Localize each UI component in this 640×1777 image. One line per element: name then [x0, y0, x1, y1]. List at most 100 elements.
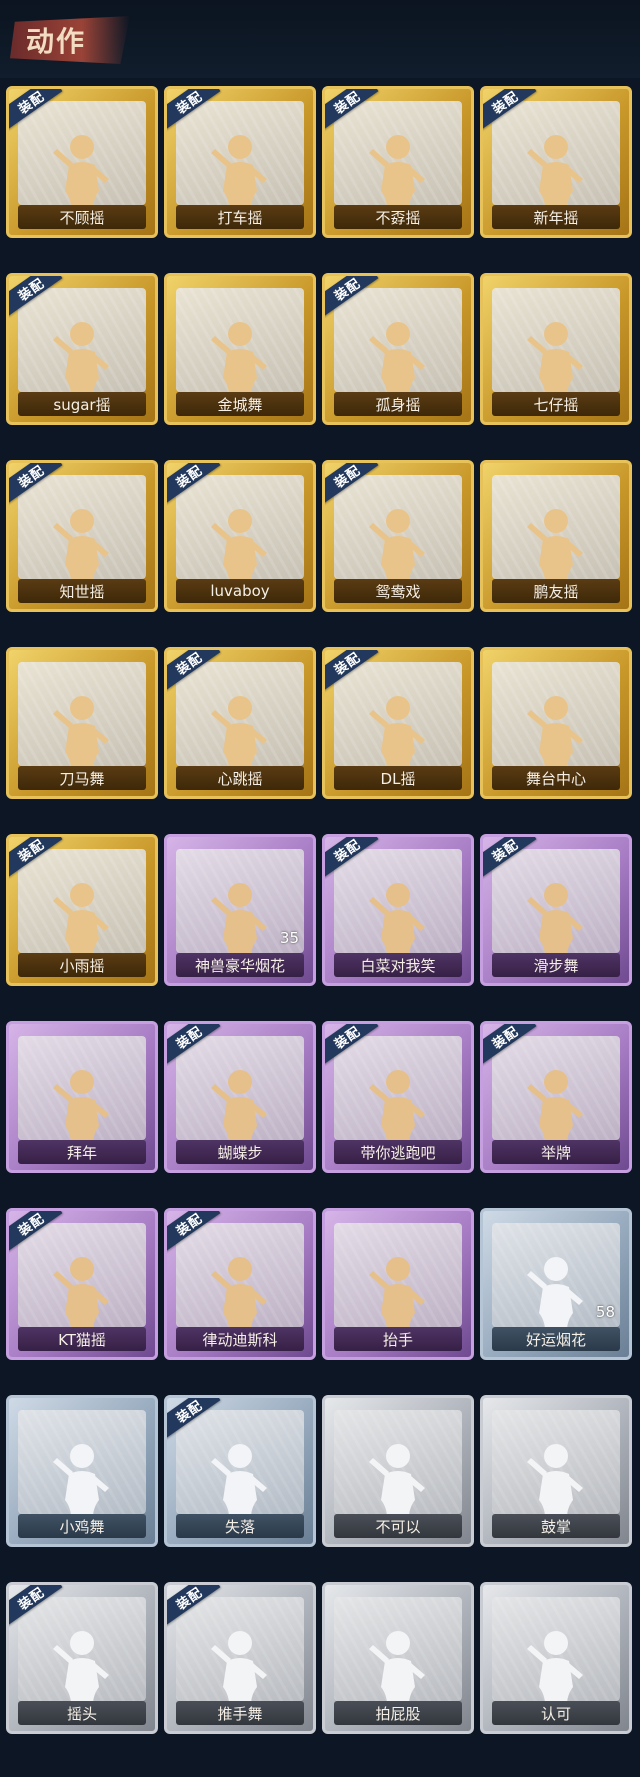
- emote-card-artwork: [492, 288, 620, 406]
- emote-label: sugar摇: [53, 395, 111, 414]
- emote-label-bar: 好运烟花: [492, 1327, 620, 1351]
- emote-card[interactable]: 小鸡舞: [6, 1395, 158, 1547]
- emote-label-bar: 小鸡舞: [18, 1514, 146, 1538]
- emote-card[interactable]: 抬手: [322, 1208, 474, 1360]
- emote-label: 滑步舞: [533, 956, 579, 975]
- emote-label: 神兽豪华烟花: [194, 956, 285, 975]
- emote-card[interactable]: 装配 luvaboy: [164, 460, 316, 612]
- emote-label: 失落: [224, 1517, 255, 1536]
- emote-card[interactable]: 鼓掌: [480, 1395, 632, 1547]
- emote-card[interactable]: 装配 白菜对我笑: [322, 834, 474, 986]
- emote-label: 孤身摇: [375, 395, 421, 414]
- emote-card[interactable]: 装配 新年摇: [480, 86, 632, 238]
- emote-label-bar: 知世摇: [18, 579, 146, 603]
- emote-card[interactable]: 刀马舞: [6, 647, 158, 799]
- emote-card[interactable]: 装配 失落: [164, 1395, 316, 1547]
- emote-card[interactable]: 装配 带你逃跑吧: [322, 1021, 474, 1173]
- emote-card[interactable]: 装配 鸳鸯戏: [322, 460, 474, 612]
- emote-card[interactable]: 装配 不顾摇: [6, 86, 158, 238]
- emote-label-bar: 舞台中心: [492, 766, 620, 790]
- emote-card[interactable]: 装配 蝴蝶步: [164, 1021, 316, 1173]
- emote-card[interactable]: 拍屁股: [322, 1582, 474, 1734]
- emote-card[interactable]: 58 好运烟花: [480, 1208, 632, 1360]
- emote-card-artwork: [492, 1597, 620, 1715]
- emote-card-artwork: [334, 101, 462, 219]
- emote-card-artwork: [334, 1597, 462, 1715]
- emote-label-bar: 拍屁股: [334, 1701, 462, 1725]
- emote-card-artwork: [334, 849, 462, 967]
- emote-card-artwork: [176, 662, 304, 780]
- emote-label-bar: 失落: [176, 1514, 304, 1538]
- emote-card[interactable]: 装配 滑步舞: [480, 834, 632, 986]
- emote-label: 举牌: [540, 1143, 571, 1162]
- emote-label-bar: 滑步舞: [492, 953, 620, 977]
- emote-card-artwork: [176, 1223, 304, 1341]
- emote-card[interactable]: 装配 打车摇: [164, 86, 316, 238]
- emote-label: 打车摇: [217, 208, 263, 227]
- emote-card[interactable]: 装配 推手舞: [164, 1582, 316, 1734]
- emote-label: 心跳摇: [217, 769, 263, 788]
- emote-card[interactable]: 鹏友摇: [480, 460, 632, 612]
- emote-label: 鼓掌: [540, 1517, 571, 1536]
- emote-label: 小雨摇: [59, 956, 105, 975]
- emote-card[interactable]: 舞台中心: [480, 647, 632, 799]
- emote-label-bar: 摇头: [18, 1701, 146, 1725]
- emote-card[interactable]: 拜年: [6, 1021, 158, 1173]
- emote-label: 不顾摇: [59, 208, 105, 227]
- emote-card[interactable]: 装配 知世摇: [6, 460, 158, 612]
- emote-card-artwork: [18, 1036, 146, 1154]
- emote-label-bar: 白菜对我笑: [334, 953, 462, 977]
- emote-label-bar: sugar摇: [18, 392, 146, 416]
- emote-card[interactable]: 不可以: [322, 1395, 474, 1547]
- emote-label: 带你逃跑吧: [360, 1143, 436, 1162]
- emote-label: 认可: [540, 1704, 571, 1723]
- emote-card[interactable]: 装配 不孬摇: [322, 86, 474, 238]
- emote-label-bar: KT猫摇: [18, 1327, 146, 1351]
- emote-card[interactable]: 装配 KT猫摇: [6, 1208, 158, 1360]
- emote-card-artwork: [492, 1410, 620, 1528]
- emote-label-bar: 心跳摇: [176, 766, 304, 790]
- emote-label-bar: 鹏友摇: [492, 579, 620, 603]
- emote-card-artwork: [334, 1223, 462, 1341]
- emote-card-artwork: [176, 1410, 304, 1528]
- emote-card[interactable]: 装配 律动迪斯科: [164, 1208, 316, 1360]
- emote-card[interactable]: 认可: [480, 1582, 632, 1734]
- emote-label-bar: 小雨摇: [18, 953, 146, 977]
- emote-label-bar: 抬手: [334, 1327, 462, 1351]
- emote-label-bar: 打车摇: [176, 205, 304, 229]
- emote-card[interactable]: 装配 孤身摇: [322, 273, 474, 425]
- page-title: 动作: [26, 25, 87, 58]
- emote-card-artwork: [18, 101, 146, 219]
- emote-label: 推手舞: [217, 1704, 263, 1723]
- emote-label: 鸳鸯戏: [375, 582, 421, 601]
- emote-card-artwork: [492, 849, 620, 967]
- emote-card[interactable]: 金城舞: [164, 273, 316, 425]
- emote-label-bar: 推手舞: [176, 1701, 304, 1725]
- emote-card[interactable]: 装配 小雨摇: [6, 834, 158, 986]
- emote-label: KT猫摇: [58, 1330, 106, 1349]
- emote-card-artwork: [18, 1410, 146, 1528]
- emote-label: 白菜对我笑: [360, 956, 436, 975]
- emote-card-artwork: [176, 1036, 304, 1154]
- emote-label: 金城舞: [217, 395, 263, 414]
- emote-label-bar: 不可以: [334, 1514, 462, 1538]
- emote-card[interactable]: 装配 心跳摇: [164, 647, 316, 799]
- emote-label: 刀马舞: [59, 769, 105, 788]
- emote-card[interactable]: 35 神兽豪华烟花: [164, 834, 316, 986]
- emote-card-artwork: [334, 1036, 462, 1154]
- emote-label: 蝴蝶步: [217, 1143, 263, 1162]
- emote-card[interactable]: 装配 DL摇: [322, 647, 474, 799]
- emote-card-artwork: [492, 662, 620, 780]
- emote-card[interactable]: 七仔摇: [480, 273, 632, 425]
- emote-label-bar: 神兽豪华烟花: [176, 953, 304, 977]
- emote-card-artwork: [334, 1410, 462, 1528]
- emote-label: luvaboy: [210, 582, 270, 600]
- emote-card[interactable]: 装配 举牌: [480, 1021, 632, 1173]
- emote-card[interactable]: 装配 摇头: [6, 1582, 158, 1734]
- header-bar: 动作: [0, 0, 640, 78]
- emote-card-artwork: [18, 288, 146, 406]
- emote-card-artwork: [176, 288, 304, 406]
- emote-card[interactable]: 装配 sugar摇: [6, 273, 158, 425]
- emote-label-bar: 鼓掌: [492, 1514, 620, 1538]
- emote-label-bar: 新年摇: [492, 205, 620, 229]
